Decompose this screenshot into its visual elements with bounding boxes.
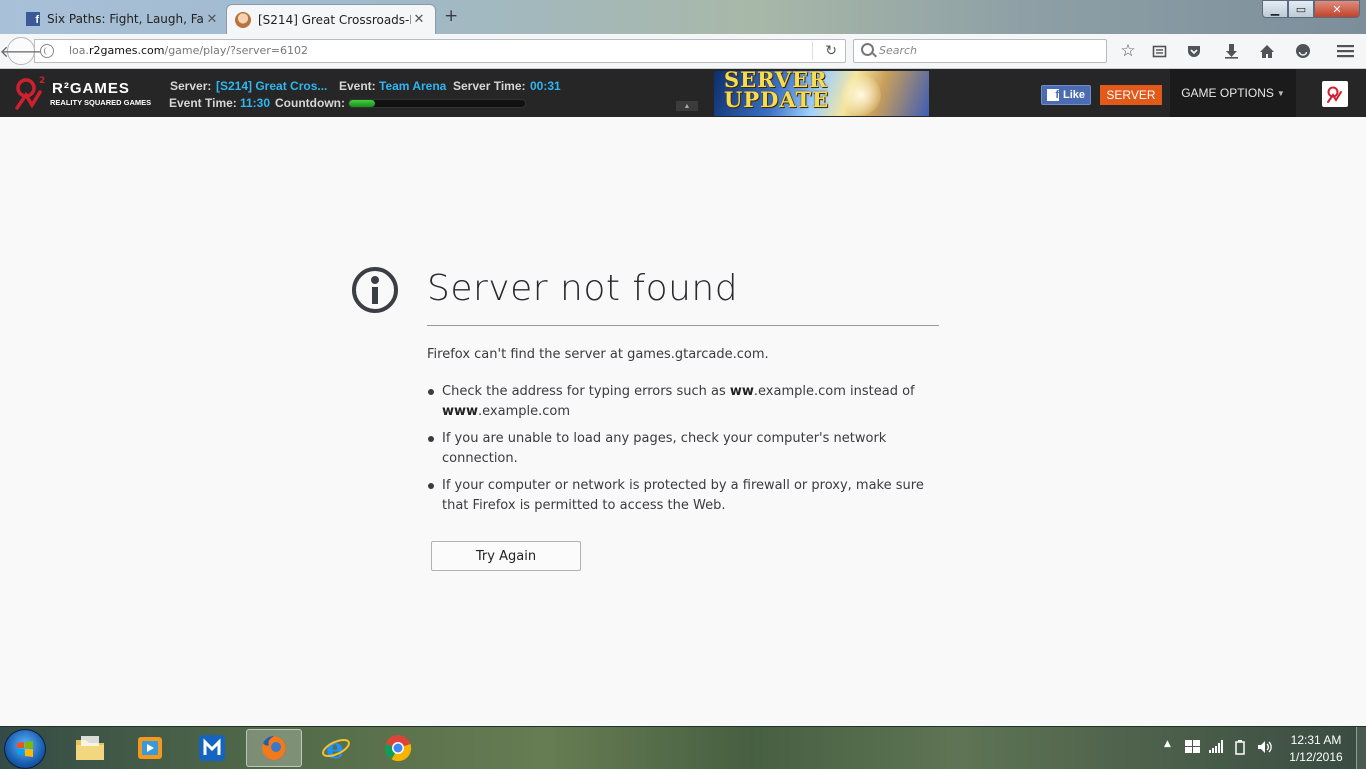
pocket-icon[interactable]	[1183, 40, 1205, 62]
windows-taskbar: e ▲ 12:31 AM 1/12/2016	[0, 726, 1366, 769]
r2-account-icon[interactable]	[1322, 81, 1348, 107]
event-value[interactable]: Team Arena	[379, 79, 446, 93]
show-desktop-button[interactable]	[1356, 727, 1366, 769]
suggestion-bold: www	[442, 404, 479, 419]
suggestion-text: .example.com instead of	[753, 384, 915, 399]
menu-hamburger-icon[interactable]	[1334, 40, 1356, 62]
try-again-button[interactable]: Try Again	[431, 541, 581, 571]
suggestion-bold: ww	[729, 384, 754, 399]
media-player-taskbar-icon[interactable]	[122, 729, 178, 767]
list-item: Check the address for typing errors such…	[427, 382, 939, 422]
home-icon[interactable]	[1256, 40, 1278, 62]
list-item: If your computer or network is protected…	[427, 476, 939, 516]
facebook-icon: f	[1047, 89, 1059, 101]
internet-explorer-taskbar-icon[interactable]: e	[308, 729, 364, 767]
back-arrow-icon: 🡐	[0, 42, 43, 61]
svg-text:e: e	[326, 733, 344, 763]
clock-time[interactable]: 12:31 AM	[1283, 733, 1349, 747]
svg-text:2: 2	[39, 76, 45, 86]
game-options-label: GAME OPTIONS	[1181, 86, 1274, 100]
close-tab-icon[interactable]: ✕	[411, 12, 427, 27]
url-path: /game/play/?server=6102	[164, 44, 308, 57]
reload-icon[interactable]: ↻	[825, 43, 837, 59]
downloads-icon[interactable]	[1220, 40, 1242, 62]
list-item: If you are unable to load any pages, che…	[427, 429, 939, 469]
countdown-progress-bar	[348, 99, 526, 108]
back-button[interactable]: 🡐	[0, 37, 42, 65]
server-button[interactable]: SERVER	[1100, 85, 1162, 105]
banner-text: SERVER UPDATE	[724, 71, 830, 112]
maxthon-taskbar-icon[interactable]	[184, 729, 240, 767]
navigation-toolbar: loa.r2games.com/game/play/?server=6102 ↻…	[0, 34, 1366, 69]
search-input[interactable]: Search	[853, 39, 1107, 63]
suggestion-text: .example.com	[478, 404, 571, 419]
url-divider	[812, 42, 813, 60]
firefox-taskbar-icon[interactable]	[246, 729, 302, 767]
countdown-label: Countdown:	[275, 96, 345, 110]
tab-six-paths[interactable]: f Six Paths: Fight, Laugh, Fart ✕	[18, 4, 228, 34]
like-label: Like	[1063, 89, 1086, 101]
facebook-like-button[interactable]: f Like	[1041, 85, 1092, 105]
chrome-taskbar-icon[interactable]	[370, 729, 426, 767]
event-label: Event:	[339, 79, 376, 93]
url-text[interactable]: loa.r2games.com/game/play/?server=6102	[69, 44, 308, 57]
tab-title: [S214] Great Crossroads-Le...	[258, 12, 411, 27]
maximize-button[interactable]: ▭	[1288, 0, 1314, 18]
power-plug-icon[interactable]	[1234, 740, 1246, 759]
server-time-value: 00:31	[530, 79, 561, 93]
new-tab-button[interactable]: +	[444, 6, 458, 26]
event-time-value: 11:30	[240, 96, 271, 110]
search-placeholder: Search	[879, 44, 918, 57]
game-favicon-icon	[235, 11, 251, 28]
game-header-bar: 2 R²GAMES REALITY SQUARED GAMES Server: …	[0, 69, 1366, 117]
start-button[interactable]	[4, 729, 46, 769]
reading-list-icon[interactable]	[1148, 40, 1170, 62]
bookmark-star-icon[interactable]: ☆	[1117, 40, 1139, 62]
show-hidden-icons-icon[interactable]: ▲	[1164, 739, 1171, 749]
network-signal-icon[interactable]	[1209, 740, 1224, 758]
tab-title: Six Paths: Fight, Laugh, Fart	[47, 12, 204, 26]
error-description: Firefox can't find the server at games.g…	[427, 347, 769, 362]
url-domain: r2games.com	[89, 44, 165, 57]
r2games-logo-icon[interactable]: 2	[14, 75, 48, 111]
facebook-favicon-icon: f	[26, 12, 40, 26]
tab-great-crossroads[interactable]: [S214] Great Crossroads-Le... ✕	[226, 4, 436, 34]
suggestion-text: Check the address for typing errors such…	[442, 384, 730, 399]
clock-date[interactable]: 1/12/2016	[1283, 750, 1349, 764]
search-icon	[861, 43, 874, 56]
error-title: Server not found	[427, 268, 739, 309]
windows-logo-icon	[17, 741, 33, 757]
minimize-button[interactable]: ▁	[1262, 0, 1288, 18]
countdown-progress-fill	[349, 100, 376, 107]
error-suggestions-list: Check the address for typing errors such…	[427, 382, 939, 523]
brand-tagline: REALITY SQUARED GAMES	[50, 98, 152, 107]
info-icon	[352, 267, 398, 313]
chevron-down-icon: ▼	[1276, 88, 1285, 98]
browser-tab-strip: f Six Paths: Fight, Laugh, Fart ✕ [S214]…	[0, 0, 1366, 34]
windows-flag-tray-icon[interactable]	[1185, 740, 1200, 758]
file-explorer-taskbar-icon[interactable]	[62, 729, 118, 767]
volume-speaker-icon[interactable]	[1257, 740, 1273, 758]
close-window-button[interactable]: ✕	[1314, 0, 1360, 18]
brand-name: R²GAMES	[52, 80, 130, 97]
server-value-link[interactable]: [S214] Great Cros...	[216, 79, 327, 93]
url-prefix: loa.	[69, 44, 90, 57]
close-tab-icon[interactable]: ✕	[204, 12, 220, 27]
server-time-label: Server Time:	[453, 79, 526, 93]
divider	[427, 325, 939, 326]
collapse-toggle-button[interactable]: ▲	[676, 101, 698, 111]
url-bar[interactable]: loa.r2games.com/game/play/?server=6102 ↻	[34, 39, 846, 63]
event-time-label: Event Time:	[169, 96, 237, 110]
server-label: Server:	[170, 79, 212, 93]
hello-chat-icon[interactable]	[1292, 40, 1314, 62]
server-update-banner[interactable]: SERVER UPDATE	[714, 71, 929, 116]
game-options-dropdown[interactable]: GAME OPTIONS ▼	[1170, 69, 1296, 117]
